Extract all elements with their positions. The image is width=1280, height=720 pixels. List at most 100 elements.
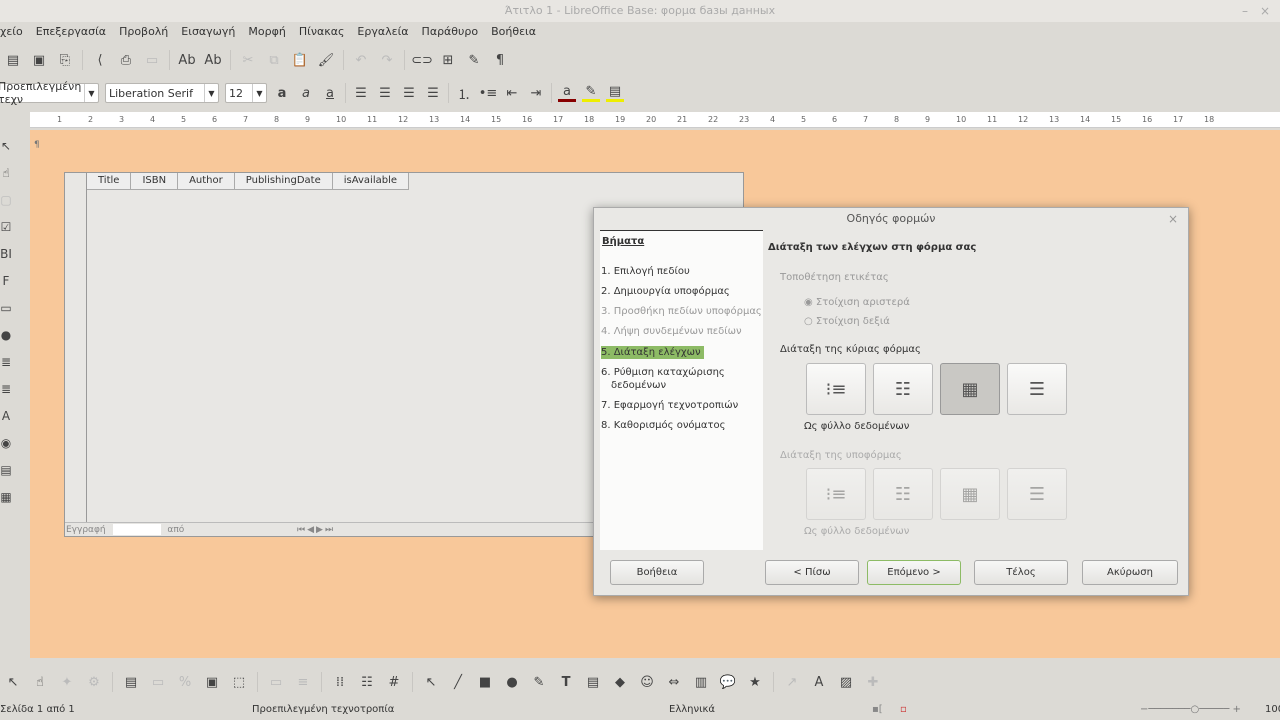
copy-icon[interactable]: ⧉ (265, 51, 283, 69)
table-icon[interactable]: ⊞ (439, 51, 457, 69)
step-item[interactable]: 2. Δημιουργία υποφόρμας (601, 285, 763, 298)
block-arrows-icon[interactable]: ⇔ (665, 673, 683, 691)
menu-format[interactable]: Μορφή (248, 22, 285, 42)
step-item-active[interactable]: 5. Διάταξη ελέγχων (601, 346, 704, 359)
menu-insert[interactable]: Εισαγωγή (181, 22, 235, 42)
menu-tools[interactable]: Εργαλεία (357, 22, 408, 42)
push-button-icon[interactable]: ▭ (0, 299, 15, 317)
finish-button[interactable]: Τέλος (974, 560, 1068, 585)
menu-window[interactable]: Παράθυρο (422, 22, 479, 42)
design-mode-icon[interactable]: ☝ (31, 673, 49, 691)
italic-icon[interactable]: a (297, 84, 315, 102)
align-right-icon[interactable]: ☰ (400, 84, 418, 102)
spellcheck-icon[interactable]: Ab (178, 51, 196, 69)
next-button[interactable]: Επόμενο > (867, 560, 961, 585)
fontwork-icon[interactable]: A (810, 673, 828, 691)
step-item[interactable]: 6. Ρύθμιση καταχώρισης δεδομένων (601, 366, 731, 392)
checkbox-icon[interactable]: ☑ (0, 218, 15, 236)
text-icon[interactable]: T (557, 673, 575, 691)
paste-icon[interactable]: 📋 (291, 51, 309, 69)
doc-modified-icon[interactable]: ▫ (900, 700, 907, 720)
justify-icon[interactable]: ☰ (424, 84, 442, 102)
page-style[interactable]: Προεπιλεγμένη τεχνοτροπία (252, 700, 394, 720)
symbol-shapes-icon[interactable]: ☺ (638, 673, 656, 691)
close-window-button[interactable]: × (1260, 0, 1270, 22)
layout-columnar-left-button[interactable]: ⁝≡ (806, 363, 866, 415)
step-item[interactable]: 1. Επιλογή πεδίου (601, 265, 763, 278)
layout-datasheet-button[interactable]: ▦ (940, 363, 1000, 415)
autospell-icon[interactable]: Ab (204, 51, 222, 69)
export-icon[interactable]: ⎘ (56, 51, 74, 69)
control-icon[interactable]: ✦ (58, 673, 76, 691)
align-icon[interactable]: ≡ (294, 673, 312, 691)
form-navigator-icon[interactable]: ▤ (122, 673, 140, 691)
wrap-icon[interactable]: ▭ (267, 673, 285, 691)
navigator-icon[interactable]: ▤ (0, 461, 15, 479)
hyperlink-icon[interactable]: ⊂⊃ (411, 51, 433, 69)
list-box-icon[interactable]: ≣ (0, 353, 15, 371)
menu-edit[interactable]: Επεξεργασία (36, 22, 106, 42)
option-icon[interactable]: ◉ (0, 434, 15, 452)
align-center-icon[interactable]: ☰ (376, 84, 394, 102)
control-properties-icon[interactable]: ▢ (0, 191, 15, 209)
step-item[interactable]: 7. Εφαρμογή τεχνοτροπιών (601, 399, 763, 412)
pointer-icon[interactable]: ↖ (422, 673, 440, 691)
label-icon[interactable]: BI (0, 245, 15, 263)
rectangle-icon[interactable]: ■ (476, 673, 494, 691)
menu-file[interactable]: χείο (0, 22, 23, 42)
step-item[interactable]: 8. Καθορισμός ονόματος (601, 419, 763, 432)
help-button[interactable]: Βοήθεια (610, 560, 704, 585)
column-header[interactable]: ISBN (131, 173, 179, 189)
underline-icon[interactable]: a (321, 84, 339, 102)
freeform-icon[interactable]: ✎ (530, 673, 548, 691)
background-color-icon[interactable]: ▤ (606, 84, 624, 102)
back-button[interactable]: < Πίσω (765, 560, 859, 585)
line-icon[interactable]: ╱ (449, 673, 467, 691)
column-header[interactable]: isAvailable (332, 173, 410, 189)
font-color-icon[interactable]: a (558, 84, 576, 102)
cancel-button[interactable]: Ακύρωση (1082, 560, 1178, 585)
radio-icon[interactable]: ● (0, 326, 15, 344)
bold-icon[interactable]: a (273, 84, 291, 102)
callout-icon[interactable]: ▤ (584, 673, 602, 691)
increase-indent-icon[interactable]: ⇥ (527, 84, 545, 102)
helplines-icon[interactable]: ☷ (358, 673, 376, 691)
paragraph-style-select[interactable]: Προεπιλεγμένη τεχν ▼ (0, 80, 99, 106)
font-size-select[interactable]: 12 ▼ (225, 83, 267, 103)
menu-view[interactable]: Προβολή (119, 22, 168, 42)
database-icon[interactable]: ▦ (0, 488, 15, 506)
basic-shapes-icon[interactable]: ◆ (611, 673, 629, 691)
highlight-icon[interactable]: ✎ (582, 84, 600, 102)
form-properties-icon[interactable]: ⚙ (85, 673, 103, 691)
snap-grid-icon[interactable]: # (385, 673, 403, 691)
column-header[interactable]: Author (178, 173, 235, 189)
add-field-icon[interactable]: ▭ (149, 673, 167, 691)
grid-icon[interactable]: ⁞⁞ (331, 673, 349, 691)
font-name-select[interactable]: Liberation Serif ▼ (105, 83, 219, 103)
selection-mode-icon[interactable]: ▪[ (872, 700, 883, 720)
open-design-icon[interactable]: ▣ (203, 673, 221, 691)
bullet-list-icon[interactable]: •≡ (479, 84, 498, 102)
close-icon[interactable]: × (1168, 212, 1178, 226)
layout-blocks-button[interactable]: ☰ (1007, 363, 1067, 415)
ruler[interactable]: 1 2 3 4 5 6 7 8 9 10 11 12 13 14 15 16 17 18 19 20 21 22 23 4 5 6… (30, 112, 1280, 128)
callouts-icon[interactable]: 💬 (719, 673, 737, 691)
menu-table[interactable]: Πίνακας (299, 22, 345, 42)
select-icon[interactable]: ↖ (4, 673, 22, 691)
menu-help[interactable]: Βοήθεια (491, 22, 536, 42)
clone-format-icon[interactable]: 🖌 (317, 51, 335, 69)
combo-box-icon[interactable]: ≣ (0, 380, 15, 398)
select-icon[interactable]: ↖ (0, 137, 15, 155)
record-input[interactable] (112, 524, 161, 535)
formatting-marks-icon[interactable]: ¶ (491, 51, 509, 69)
template-icon[interactable]: ▤ (4, 51, 22, 69)
stars-icon[interactable]: ★ (746, 673, 764, 691)
design-mode-icon[interactable]: ☝ (0, 164, 15, 182)
language[interactable]: Ελληνικά (669, 700, 715, 720)
points-icon[interactable]: ↗ (783, 673, 801, 691)
print-preview-icon[interactable]: ▭ (143, 51, 161, 69)
flowchart-icon[interactable]: ▥ (692, 673, 710, 691)
zoom-slider[interactable]: −───────○───── + (1140, 700, 1241, 720)
undo-icon[interactable]: ↶ (352, 51, 370, 69)
activation-order-icon[interactable]: % (176, 673, 194, 691)
